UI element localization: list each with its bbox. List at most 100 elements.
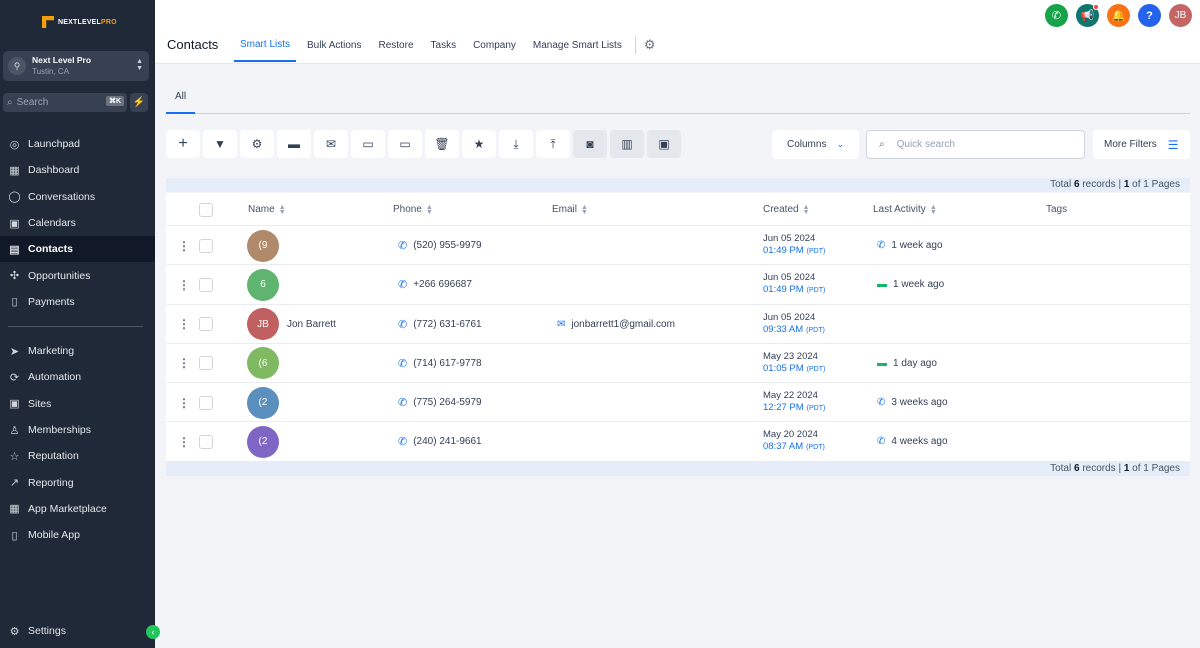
tab-tasks[interactable]: Tasks: [425, 28, 463, 62]
row-menu-button[interactable]: ⋮: [178, 383, 190, 422]
add-contact-button[interactable]: +: [166, 130, 200, 158]
table-row[interactable]: ⋮ (9 ✆ (520) 955-9979 Jun 05 2024 01:49 PM (PD…: [166, 226, 1190, 266]
phone-button[interactable]: ✆: [1045, 4, 1068, 27]
column-name[interactable]: Name ▲ ▼: [248, 193, 286, 226]
sidebar-item-reputation[interactable]: ☆ Reputation: [0, 443, 155, 469]
row-checkbox[interactable]: [199, 277, 213, 292]
sidebar-item-payments[interactable]: ▯ Payments: [0, 289, 155, 315]
account-switcher[interactable]: ⚲ Next Level Pro Tustin, CA ▲ ▼: [3, 51, 149, 81]
email-cell[interactable]: ✉ jonbarrett1@gmail.com: [557, 305, 675, 344]
select-all-checkbox[interactable]: [199, 202, 213, 217]
name-cell[interactable]: (6: [247, 344, 279, 383]
sidebar-item-settings[interactable]: ⚙ Settings: [0, 618, 155, 644]
add-tag-button[interactable]: ▭: [351, 130, 385, 158]
table-row[interactable]: ⋮ 6 ✆ +266 696687 Jun 05 2024 01:49 PM (PDT) ▬ 1…: [166, 265, 1190, 305]
announcements-button[interactable]: 📢: [1076, 4, 1099, 27]
notifications-button[interactable]: 🔔: [1107, 4, 1130, 27]
collapse-sidebar-button[interactable]: ‹: [146, 625, 160, 639]
sidebar-item-conversations[interactable]: ◯ Conversations: [0, 184, 155, 210]
more-filters-button[interactable]: More Filters ☰: [1093, 130, 1190, 159]
sidebar-item-opportunities[interactable]: ✣ Opportunities: [0, 262, 155, 288]
sidebar-search[interactable]: ⌕ Search ⌘K: [3, 93, 127, 112]
table-row[interactable]: ⋮ (2 ✆ (240) 241-9661 May 20 2024 08:37 AM (PD…: [166, 422, 1190, 462]
export-button[interactable]: ⤒: [536, 130, 570, 158]
column-created[interactable]: Created ▲ ▼: [763, 193, 810, 226]
phone-cell[interactable]: ✆ (775) 264-5979: [398, 383, 482, 422]
logo[interactable]: NEXTLEVELPRO: [42, 16, 117, 28]
sidebar-item-calendars[interactable]: ▣ Calendars: [0, 210, 155, 236]
filter-button[interactable]: ▼: [203, 130, 237, 158]
tab-all[interactable]: All: [166, 80, 196, 114]
sidebar-item-sites[interactable]: ▣ Sites: [0, 391, 155, 417]
duplicates-button[interactable]: ▣: [647, 130, 681, 158]
sidebar-item-reporting[interactable]: ↗ Reporting: [0, 469, 155, 495]
row-menu-button[interactable]: ⋮: [178, 265, 190, 304]
delete-button[interactable]: 🗑: [425, 130, 459, 158]
column-email[interactable]: Email ▲ ▼: [552, 193, 588, 226]
table-row[interactable]: ⋮ JB Jon Barrett ✆ (772) 631-6761 ✉ jonbarrett…: [166, 305, 1190, 344]
send-sms-button[interactable]: ▬: [277, 130, 311, 158]
sidebar-item-label: Mobile App: [28, 529, 80, 542]
tab-restore[interactable]: Restore: [373, 28, 420, 62]
columns-dropdown[interactable]: Columns ⌄: [772, 130, 859, 159]
tab-company[interactable]: Company: [467, 28, 522, 62]
sms-icon: ▬: [877, 279, 887, 291]
help-button[interactable]: ?: [1138, 4, 1161, 27]
sliders-icon: ☰: [1167, 137, 1179, 152]
name-cell[interactable]: 6: [247, 265, 279, 304]
import-button[interactable]: ⤓: [499, 130, 533, 158]
more-filters-label: More Filters: [1104, 139, 1157, 150]
phone-cell[interactable]: ✆ (240) 241-9661: [398, 422, 482, 461]
remove-tag-button[interactable]: ▭: [388, 130, 422, 158]
sidebar-item-automation[interactable]: ⟳ Automation: [0, 364, 155, 390]
sidebar-item-memberships[interactable]: ♙ Memberships: [0, 417, 155, 443]
sidebar-item-contacts[interactable]: ▤ Contacts: [0, 236, 155, 263]
phone-cell[interactable]: ✆ +266 696687: [398, 265, 472, 304]
table-row[interactable]: ⋮ (6 ✆ (714) 617-9778 May 23 2024 01:05 PM (PD…: [166, 344, 1190, 384]
row-menu-button[interactable]: ⋮: [178, 305, 190, 344]
review-request-button[interactable]: ★: [462, 130, 496, 158]
column-last-activity[interactable]: Last Activity ▲ ▼: [873, 193, 937, 226]
records-summary-top: Total 6 records | 1 of 1 Pages: [166, 178, 1190, 192]
tab-manage-smart-lists[interactable]: Manage Smart Lists: [527, 28, 628, 62]
download-icon: ⤓: [513, 136, 519, 151]
name-cell[interactable]: (2: [247, 383, 279, 422]
row-checkbox[interactable]: [199, 317, 213, 332]
nav-secondary: ➤ Marketing ⟳ Automation ▣ Sites ♙ Memberships ☆…: [0, 338, 155, 548]
merge-button[interactable]: ◙: [573, 130, 607, 158]
phone-cell[interactable]: ✆ (772) 631-6761: [398, 305, 482, 344]
table-row[interactable]: ⋮ (2 ✆ (775) 264-5979 May 22 2024 12:27 PM (PD…: [166, 383, 1190, 423]
name-cell[interactable]: (2: [247, 422, 279, 461]
tab-bulk-actions[interactable]: Bulk Actions: [301, 28, 367, 62]
add-to-workflow-button[interactable]: ⚙: [240, 130, 274, 158]
row-menu-button[interactable]: ⋮: [178, 226, 190, 265]
row-checkbox[interactable]: [199, 238, 213, 253]
user-avatar[interactable]: JB: [1169, 4, 1192, 27]
row-checkbox[interactable]: [199, 356, 213, 371]
sidebar-item-launchpad[interactable]: ◎ Launchpad: [0, 131, 155, 157]
name-cell[interactable]: JB Jon Barrett: [247, 305, 336, 344]
logo-text: NEXTLEVELPRO: [58, 18, 117, 26]
phone-cell[interactable]: ✆ (714) 617-9778: [398, 344, 482, 383]
row-menu-button[interactable]: ⋮: [178, 344, 190, 383]
sidebar-item-app-marketplace[interactable]: ▦ App Marketplace: [0, 496, 155, 522]
column-phone[interactable]: Phone ▲ ▼: [393, 193, 433, 226]
sidebar-item-marketing[interactable]: ➤ Marketing: [0, 338, 155, 364]
search-icon: ⌕: [879, 139, 885, 150]
row-checkbox[interactable]: [199, 434, 213, 449]
row-checkbox[interactable]: [199, 395, 213, 410]
tab-settings-button[interactable]: ⚙: [644, 28, 656, 62]
contact-name[interactable]: Jon Barrett: [287, 319, 336, 330]
send-email-button[interactable]: ✉: [314, 130, 348, 158]
last-activity-text: 3 weeks ago: [891, 397, 948, 409]
name-cell[interactable]: (9: [247, 226, 279, 265]
phone-cell[interactable]: ✆ (520) 955-9979: [398, 226, 482, 265]
company-button[interactable]: ▥: [610, 130, 644, 158]
sidebar-item-label: App Marketplace: [28, 502, 107, 515]
tab-smart-lists[interactable]: Smart Lists: [234, 28, 297, 62]
quick-search-input[interactable]: ⌕ Quick search: [866, 130, 1085, 159]
sidebar-item-dashboard[interactable]: ▦ Dashboard: [0, 157, 155, 183]
quick-actions-button[interactable]: ⚡: [130, 93, 148, 112]
sidebar-item-mobile-app[interactable]: ▯ Mobile App: [0, 522, 155, 548]
row-menu-button[interactable]: ⋮: [178, 422, 190, 461]
